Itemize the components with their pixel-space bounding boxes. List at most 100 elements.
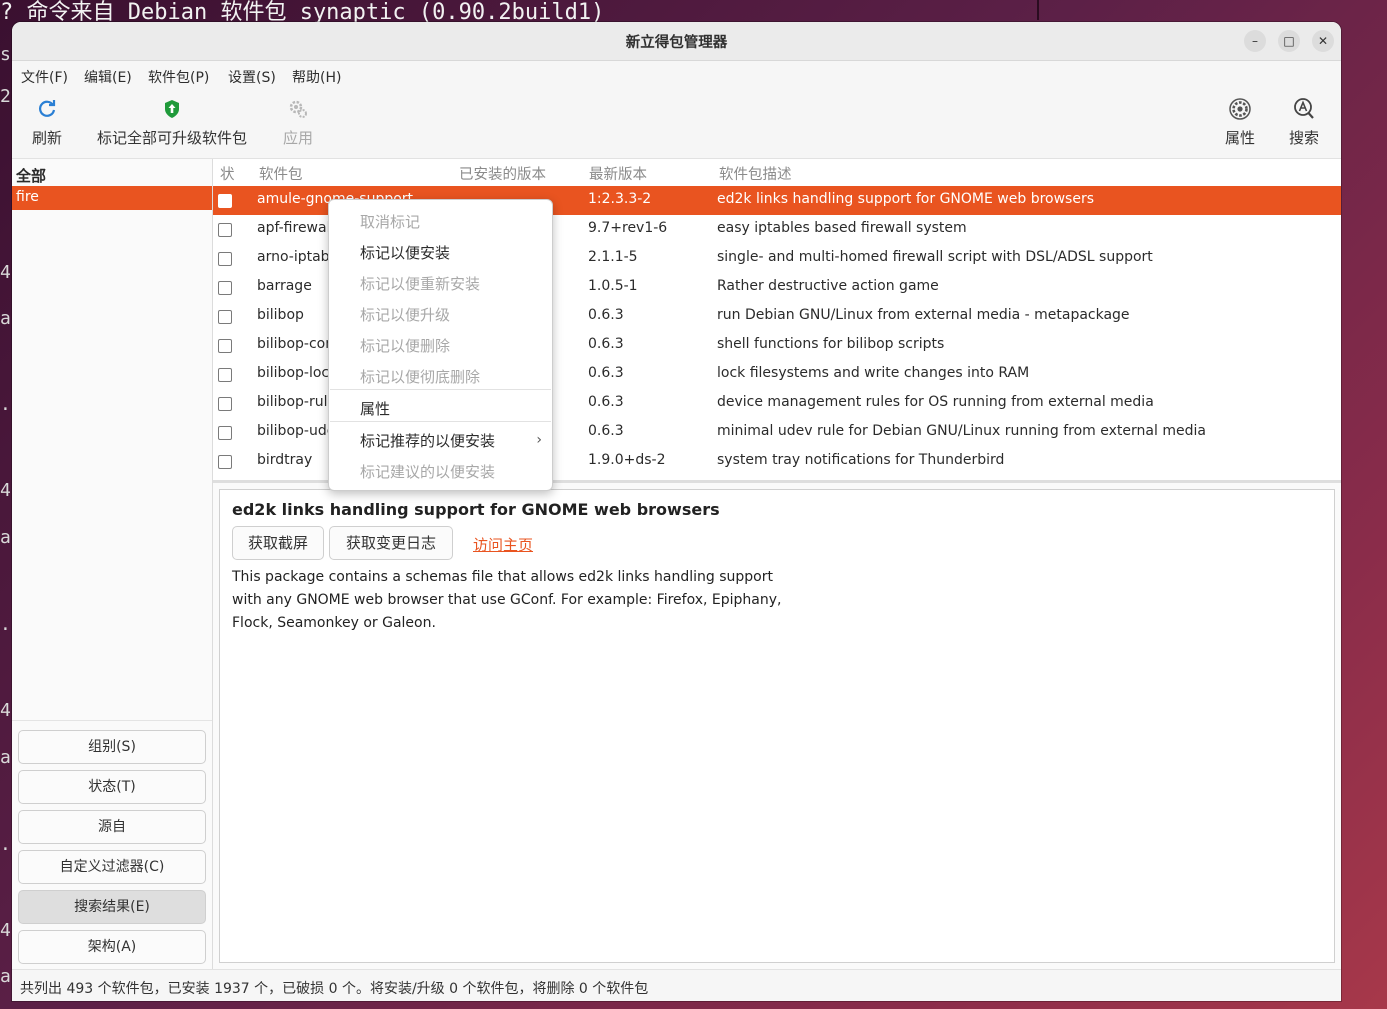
menu-help[interactable]: 帮助(H) [292,67,341,87]
menu-item-properties[interactable]: 属性 [360,398,390,419]
get-screenshot-button[interactable]: 获取截屏 [232,526,324,560]
menu-file[interactable]: 文件(F) [21,67,68,87]
terminal-fragment: as [0,308,12,329]
package-name: apf-firewall [257,220,335,236]
apply-button[interactable]: 应用 [276,89,320,158]
menu-edit[interactable]: 编辑(E) [84,67,132,87]
details-pane: ed2k links handling support for GNOME we… [219,489,1335,963]
latest-version: 9.7+rev1-6 [588,220,668,236]
menu-package[interactable]: 软件包(P) [148,67,209,87]
mark-all-upgrades-button[interactable]: 标记全部可升级软件包 [96,89,248,158]
menu-item-mark-recommended[interactable]: 标记推荐的以便安装 [360,430,495,451]
terminal-fragment: 41 [0,262,12,283]
close-button[interactable]: ✕ [1312,30,1334,52]
package-description: device management rules for OS running f… [717,394,1154,410]
apply-label: 应用 [282,129,313,147]
properties-label: 属性 [1224,129,1255,147]
maximize-button[interactable]: □ [1278,30,1300,52]
package-description: shell functions for bilibop scripts [717,336,945,352]
search-button[interactable]: 搜索 [1284,89,1324,158]
context-menu: 取消标记 标记以便安装 标记以便重新安装 标记以便升级 标记以便删除 标记以便彻… [328,199,553,491]
menu-item-mark-install[interactable]: 标记以便安装 [360,242,450,263]
submenu-chevron-icon: › [536,432,542,448]
menu-separator [330,389,551,390]
menu-item-mark-remove[interactable]: 标记以便删除 [360,335,450,356]
filter-item-label: fire [16,189,39,205]
status-checkbox[interactable] [218,223,232,237]
column-installed-version[interactable]: 已安装的版本 [459,163,546,184]
package-name: birdtray [257,452,313,468]
mark-all-upgrades-label: 标记全部可升级软件包 [96,129,247,147]
gear-icon [1229,98,1251,120]
details-title: ed2k links handling support for GNOME we… [232,500,720,519]
menu-item-unmark[interactable]: 取消标记 [360,211,420,232]
package-description: lock filesystems and write changes into … [717,365,1030,381]
origin-button[interactable]: 源自 [18,810,206,844]
terminal-fragment: as [0,966,12,987]
synaptic-window: 新立得包管理器 – □ ✕ 文件(F) 编辑(E) 软件包(P) 设置(S) 帮… [12,22,1341,1001]
package-description: minimal udev rule for Debian GNU/Linux r… [717,423,1206,439]
menu-item-mark-upgrade[interactable]: 标记以便升级 [360,304,450,325]
menu-item-mark-purge[interactable]: 标记以便彻底删除 [360,366,480,387]
column-description[interactable]: 软件包描述 [719,163,792,184]
status-button[interactable]: 状态(T) [18,770,206,804]
status-text: 共列出 493 个软件包，已安装 1937 个，已破损 0 个。将安装/升级 0… [20,981,649,997]
architecture-button[interactable]: 架构(A) [18,930,206,964]
status-checkbox[interactable] [218,397,232,411]
title-bar[interactable]: 新立得包管理器 – □ ✕ [12,22,1341,61]
latest-version: 0.6.3 [588,394,624,410]
menu-item-mark-reinstall[interactable]: 标记以便重新安装 [360,273,480,294]
filter-list-header: 全部 [16,167,47,185]
package-description: easy iptables based firewall system [717,220,967,236]
custom-filters-button[interactable]: 自定义过滤器(C) [18,850,206,884]
package-description: single- and multi-homed firewall script … [717,249,1153,265]
status-bar: 共列出 493 个软件包，已安装 1937 个，已破损 0 个。将安装/升级 0… [12,969,1341,1001]
status-checkbox[interactable] [218,426,232,440]
minimize-button[interactable]: – [1244,30,1266,52]
terminal-fragment: .c [0,834,12,855]
package-description: system tray notifications for Thunderbir… [717,452,1005,468]
latest-version: 1.9.0+ds-2 [588,452,666,468]
column-package[interactable]: 软件包 [259,163,303,184]
search-label: 搜索 [1288,129,1319,147]
latest-version: 0.6.3 [588,423,624,439]
latest-version: 1:2.3.3-2 [588,191,652,207]
search-icon [1294,98,1314,119]
latest-version: 1.0.5-1 [588,278,638,294]
visit-homepage-link[interactable]: 访问主页 [473,534,533,555]
sections-button[interactable]: 组别(S) [18,730,206,764]
terminal-fragment: st [0,44,12,65]
latest-version: 0.6.3 [588,307,624,323]
get-changelog-button[interactable]: 获取变更日志 [329,526,453,560]
package-description: Rather destructive action game [717,278,939,294]
status-checkbox[interactable] [218,368,232,382]
terminal-fragment: 22 [0,86,12,107]
menu-separator [330,421,551,422]
status-checkbox[interactable] [218,281,232,295]
package-description: ed2k links handling support for GNOME we… [717,191,1094,207]
panel-divider [12,720,212,721]
terminal-fragment: as [0,527,12,548]
terminal-fragment: 41 [0,700,12,721]
package-description: run Debian GNU/Linux from external media… [717,307,1130,323]
package-name: barrage [257,278,312,294]
terminal-fragment: .c [0,614,12,635]
terminal-divider [1037,0,1039,20]
column-latest-version[interactable]: 最新版本 [589,163,647,184]
details-description: This package contains a schemas file tha… [232,569,782,631]
status-checkbox[interactable] [218,339,232,353]
status-checkbox[interactable] [218,310,232,324]
search-results-button[interactable]: 搜索结果(E) [18,890,206,924]
status-checkbox[interactable] [218,252,232,266]
toolbar: 刷新 标记全部可升级软件包 应用 属性 搜索 [12,89,1341,159]
status-checkbox[interactable] [218,194,232,208]
status-checkbox[interactable] [218,455,232,469]
terminal-fragment: 41 [0,480,12,501]
latest-version: 0.6.3 [588,336,624,352]
menu-item-mark-suggested[interactable]: 标记建议的以便安装 [360,461,495,482]
properties-button[interactable]: 属性 [1220,89,1260,158]
filter-item-selected[interactable]: fire [12,186,212,210]
menu-settings[interactable]: 设置(S) [228,67,276,87]
column-status[interactable]: 状 [220,163,235,184]
refresh-button[interactable]: 刷新 [24,89,70,158]
